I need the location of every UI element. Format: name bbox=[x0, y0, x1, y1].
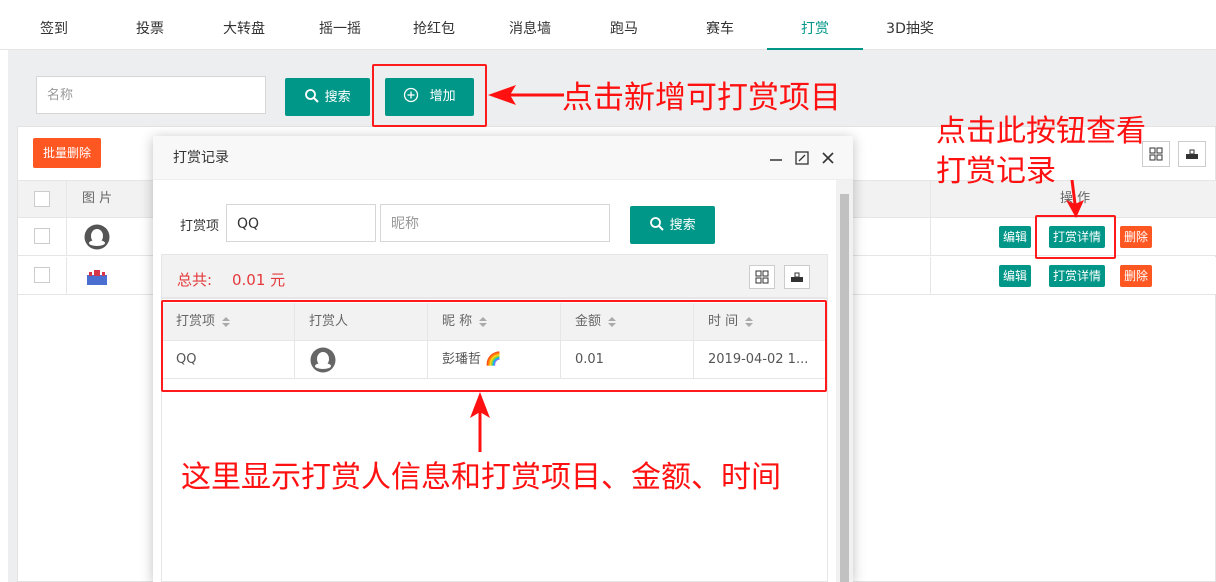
summary-bar: 总共: 0.01 元 bbox=[161, 254, 828, 298]
reward-item-input[interactable]: QQ bbox=[226, 204, 376, 242]
columns-toggle-button[interactable] bbox=[1142, 141, 1170, 167]
maximize-icon[interactable] bbox=[795, 151, 809, 165]
tab-message-wall[interactable]: 消息墙 bbox=[482, 0, 578, 50]
tab-shake[interactable]: 摇一摇 bbox=[292, 0, 388, 50]
reward-details-button[interactable]: 打赏详情 bbox=[1049, 265, 1106, 287]
modal-search-label: 搜索 bbox=[669, 218, 696, 233]
close-icon[interactable] bbox=[821, 151, 835, 165]
edit-button[interactable]: 编辑 bbox=[999, 265, 1032, 287]
tab-horse[interactable]: 跑马 bbox=[576, 0, 672, 50]
modal-title-text: 打赏记录 bbox=[173, 150, 229, 166]
annotation-box-records bbox=[161, 300, 827, 392]
annotation-arrow-add bbox=[488, 85, 564, 105]
modal-export-button[interactable] bbox=[784, 265, 810, 289]
tab-vote[interactable]: 投票 bbox=[102, 0, 198, 50]
export-button[interactable] bbox=[1178, 141, 1206, 167]
modal-scrollbar[interactable] bbox=[836, 180, 853, 582]
nickname-input[interactable]: 昵称 bbox=[380, 204, 610, 242]
annotation-details-text-1: 点击此按钮查看 bbox=[936, 114, 1146, 149]
modal-search-button[interactable]: 搜索 bbox=[630, 206, 715, 244]
column-header-image: 图 片 bbox=[82, 191, 113, 206]
annotation-add-text: 点击新增可打赏项目 bbox=[562, 80, 841, 116]
name-search-input[interactable]: 名称 bbox=[36, 76, 266, 114]
minimize-icon[interactable] bbox=[769, 152, 783, 166]
castle-thumbnail-icon bbox=[87, 270, 107, 285]
total-value: 0.01 元 bbox=[232, 271, 286, 289]
annotation-records-text: 这里显示打赏人信息和打赏项目、金额、时间 bbox=[181, 460, 781, 495]
export-icon bbox=[1186, 149, 1198, 159]
export-icon bbox=[791, 272, 803, 282]
tab-reward[interactable]: 打赏 bbox=[767, 0, 863, 50]
filter-label: 打赏项 bbox=[180, 219, 220, 234]
grid-icon bbox=[1149, 147, 1163, 161]
tab-wheel[interactable]: 大转盘 bbox=[196, 0, 292, 50]
select-all-checkbox[interactable] bbox=[34, 191, 50, 207]
tab-race[interactable]: 赛车 bbox=[672, 0, 768, 50]
edit-button[interactable]: 编辑 bbox=[999, 226, 1032, 248]
tab-redpacket[interactable]: 抢红包 bbox=[386, 0, 482, 50]
search-button[interactable]: 搜索 bbox=[285, 78, 370, 116]
grid-icon bbox=[755, 270, 769, 284]
annotation-details-text-2: 打赏记录 bbox=[936, 154, 1056, 189]
annotation-arrow-details bbox=[1066, 179, 1084, 218]
tab-bar: 签到 投票 大转盘 摇一摇 抢红包 消息墙 跑马 赛车 打赏 3D抽奖 bbox=[0, 0, 1216, 50]
bulk-delete-button[interactable]: 批量删除 bbox=[33, 138, 101, 168]
search-icon bbox=[305, 89, 320, 103]
tab-signin[interactable]: 签到 bbox=[6, 0, 102, 50]
annotation-arrow-records bbox=[470, 392, 490, 452]
qq-avatar-icon bbox=[84, 224, 110, 250]
search-icon bbox=[650, 217, 665, 231]
delete-button[interactable]: 删除 bbox=[1120, 226, 1153, 248]
row-checkbox[interactable] bbox=[34, 228, 50, 244]
row-checkbox[interactable] bbox=[34, 267, 50, 283]
modal-title: 打赏记录 bbox=[153, 136, 853, 180]
annotation-box-add bbox=[372, 64, 487, 127]
total-label: 总共: bbox=[177, 271, 213, 289]
tab-3d-lottery[interactable]: 3D抽奖 bbox=[862, 0, 958, 50]
delete-button[interactable]: 删除 bbox=[1120, 265, 1153, 287]
scrollbar-thumb[interactable] bbox=[840, 194, 849, 582]
search-button-label: 搜索 bbox=[324, 90, 351, 105]
modal-columns-button[interactable] bbox=[749, 265, 775, 289]
annotation-box-details bbox=[1035, 215, 1116, 259]
